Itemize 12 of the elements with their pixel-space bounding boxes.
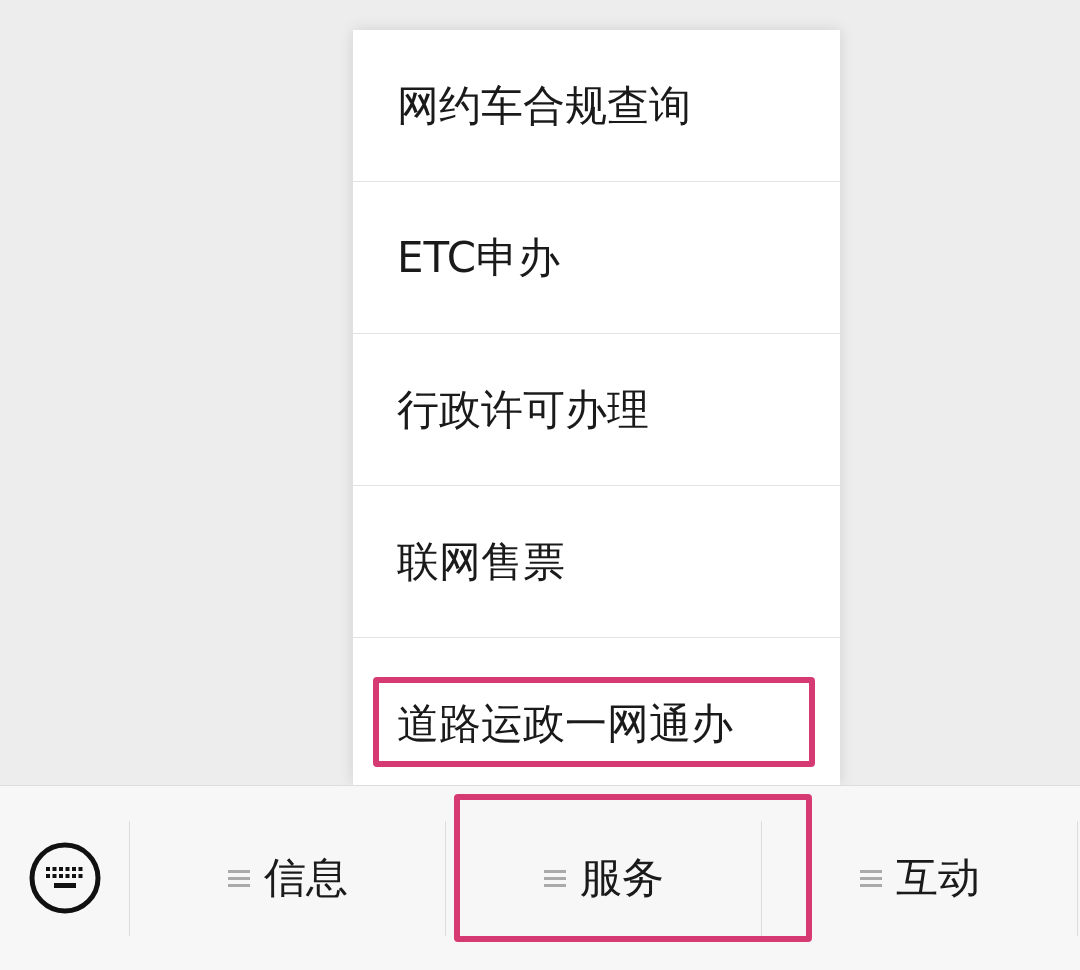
menu-icon — [227, 868, 250, 888]
menu-item[interactable]: 联网售票 — [353, 486, 840, 638]
menu-tab[interactable]: 信息 — [130, 820, 446, 936]
menu-icon — [543, 868, 566, 888]
menu-item[interactable]: 行政许可办理 — [353, 334, 840, 486]
menu-item[interactable]: ETC申办 — [353, 182, 840, 334]
menu-tab[interactable]: 服务 — [446, 820, 762, 936]
menu-tab[interactable]: 互动 — [762, 820, 1078, 936]
menu-item[interactable]: 道路运政一网通办 — [353, 638, 840, 785]
menu-item[interactable]: 网约车合规查询 — [353, 30, 840, 182]
keyboard-icon[interactable] — [27, 841, 102, 915]
menu-icon — [859, 868, 882, 888]
